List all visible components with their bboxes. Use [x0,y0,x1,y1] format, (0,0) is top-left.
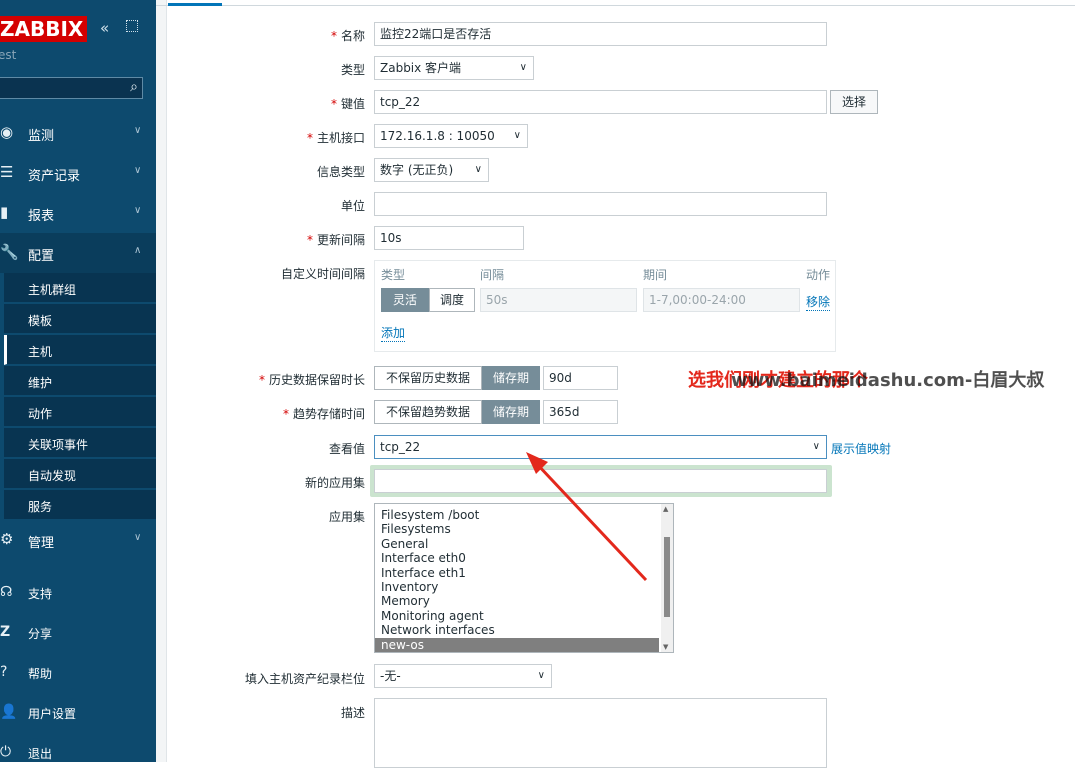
arrow-shaft [534,461,648,582]
annotation-arrow [526,452,648,582]
